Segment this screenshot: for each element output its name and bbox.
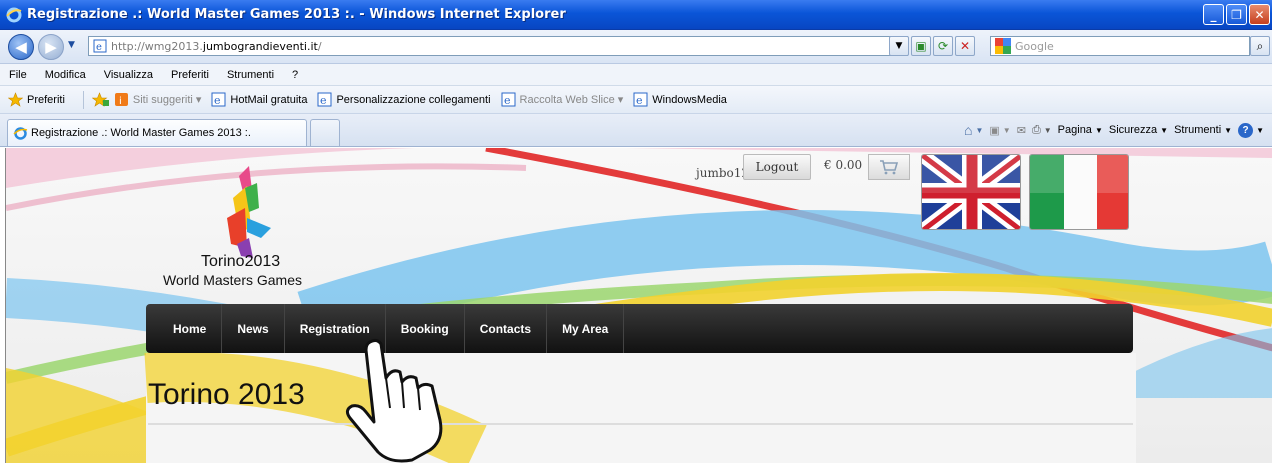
- cart-button[interactable]: [868, 154, 910, 180]
- tools-menu-label: Strumenti: [1174, 124, 1222, 136]
- fav-label: WindowsMedia: [652, 93, 727, 106]
- menu-help[interactable]: ?: [283, 69, 307, 81]
- mail-icon[interactable]: ✉: [1017, 124, 1026, 137]
- home-icon[interactable]: ⌂ ▼: [964, 122, 983, 138]
- print-icon[interactable]: ⎙ ▼: [1032, 124, 1052, 137]
- fav-label: Siti suggeriti ▾: [132, 94, 202, 106]
- favorites-label: Preferiti: [27, 93, 65, 106]
- ie-page-icon: e: [633, 92, 648, 107]
- nav-contacts[interactable]: Contacts: [465, 304, 548, 353]
- command-bar: ⌂ ▼ ▣ ▼ ✉ ⎙ ▼ Pagina ▼ Sicurezza ▼ Strumenti ▼…: [964, 122, 1264, 138]
- page-icon: e: [93, 39, 107, 53]
- help-icon[interactable]: ? ▼: [1238, 122, 1264, 138]
- ie-logo-icon: [13, 126, 28, 140]
- ie-logo-icon: [6, 7, 22, 22]
- fav-suggested-sites[interactable]: i Siti suggeriti ▾: [114, 92, 202, 107]
- fav-hotmail[interactable]: e HotMail gratuita: [211, 92, 307, 107]
- english-flag-button[interactable]: [921, 154, 1021, 230]
- cart-icon: [880, 160, 899, 175]
- menu-visualizza[interactable]: Visualizza: [95, 69, 162, 81]
- uk-flag-icon: [922, 155, 1020, 229]
- hand-pointer-icon: [345, 338, 443, 463]
- menu-bar: File Modifica Visualizza Preferiti Strum…: [0, 64, 1272, 86]
- refresh-icon[interactable]: ⟳: [933, 36, 953, 56]
- suggested-sites-icon: i: [114, 93, 128, 107]
- search-icon[interactable]: ⌕: [1250, 36, 1270, 56]
- compat-view-icon[interactable]: ▣: [911, 36, 931, 56]
- ie-page-icon: e: [317, 92, 332, 107]
- address-bar-row: ◀ ▶ ▼ e http://wmg2013. jumbograndieventi…: [0, 30, 1272, 64]
- url-input[interactable]: e http://wmg2013. jumbograndieventi.it /: [88, 36, 908, 56]
- fav-label: Raccolta Web Slice ▾: [519, 94, 624, 106]
- page-menu[interactable]: Pagina ▼: [1058, 124, 1103, 136]
- stop-icon[interactable]: ✕: [955, 36, 975, 56]
- nav-my-area[interactable]: My Area: [547, 304, 625, 353]
- feeds-icon[interactable]: ▣ ▼: [989, 124, 1010, 137]
- fav-label: HotMail gratuita: [230, 93, 308, 106]
- svg-text:e: e: [320, 94, 327, 107]
- window-title: Registrazione .: World Master Games 2013…: [27, 7, 566, 22]
- svg-text:e: e: [96, 42, 102, 53]
- window-title-bar: Registrazione .: World Master Games 2013…: [0, 0, 1272, 30]
- new-tab-button[interactable]: [310, 119, 340, 146]
- close-button[interactable]: ✕: [1249, 4, 1270, 25]
- fav-windowsmedia[interactable]: e WindowsMedia: [633, 92, 727, 107]
- nav-news[interactable]: News: [222, 304, 285, 353]
- security-menu-label: Sicurezza: [1108, 124, 1158, 136]
- search-placeholder: Google: [1015, 39, 1054, 53]
- url-host: jumbograndieventi.it: [202, 39, 318, 53]
- tab-row: Registrazione .: World Master Games 2013…: [0, 114, 1272, 147]
- ie-page-icon: e: [211, 92, 226, 107]
- logout-button[interactable]: Logout: [743, 154, 811, 180]
- logo-subtitle: World Masters Games: [163, 272, 302, 288]
- main-navigation: Home News Registration Booking Contacts …: [146, 304, 1133, 353]
- menu-strumenti[interactable]: Strumenti: [218, 69, 283, 81]
- divider: [148, 423, 1133, 425]
- tab-active[interactable]: Registrazione .: World Master Games 2013…: [7, 119, 307, 146]
- fav-label: Personalizzazione collegamenti: [336, 93, 491, 106]
- star-icon: [8, 92, 23, 107]
- favorites-button[interactable]: Preferiti: [8, 92, 65, 107]
- logo-title: Torino2013: [201, 253, 281, 270]
- ie-page-icon: e: [501, 92, 516, 107]
- web-page: Torino2013 World Masters Games jumbo12 L…: [5, 148, 1272, 463]
- security-menu[interactable]: Sicurezza ▼: [1109, 124, 1168, 136]
- minimize-button[interactable]: _: [1203, 4, 1224, 25]
- page-title: Torino 2013: [148, 378, 305, 411]
- back-button[interactable]: ◀: [8, 34, 34, 60]
- menu-preferiti[interactable]: Preferiti: [162, 69, 218, 81]
- menu-modifica[interactable]: Modifica: [36, 69, 95, 81]
- menu-file[interactable]: File: [0, 69, 36, 81]
- separator: [82, 90, 84, 109]
- svg-text:e: e: [504, 94, 511, 107]
- favorites-bar: Preferiti i Siti suggeriti ▾ e HotMail g…: [0, 86, 1272, 114]
- svg-text:i: i: [119, 96, 122, 107]
- italian-flag-button[interactable]: [1029, 154, 1129, 230]
- google-logo-icon: [995, 38, 1011, 54]
- forward-button[interactable]: ▶: [38, 34, 64, 60]
- search-input[interactable]: Google: [990, 36, 1250, 56]
- nav-home[interactable]: Home: [158, 304, 223, 353]
- add-favorite-icon[interactable]: [91, 92, 110, 107]
- restore-button[interactable]: ❐: [1226, 4, 1247, 25]
- tools-menu[interactable]: Strumenti ▼: [1174, 124, 1232, 136]
- page-menu-label: Pagina: [1057, 124, 1092, 136]
- svg-text:e: e: [214, 94, 221, 107]
- svg-text:e: e: [636, 94, 643, 107]
- username: jumbo12: [696, 166, 750, 180]
- url-prefix: http://wmg2013.: [111, 39, 203, 53]
- fav-customize-links[interactable]: e Personalizzazione collegamenti: [317, 92, 491, 107]
- tab-title: Registrazione .: World Master Games 2013…: [31, 127, 251, 139]
- url-dropdown-icon[interactable]: ▼: [889, 36, 909, 56]
- history-dropdown-icon[interactable]: ▼: [68, 40, 75, 50]
- italy-flag-icon: [1030, 155, 1128, 229]
- fav-web-slice-gallery[interactable]: e Raccolta Web Slice ▾: [501, 92, 624, 107]
- cart-amount: € 0.00: [824, 158, 863, 172]
- url-suffix: /: [317, 39, 322, 53]
